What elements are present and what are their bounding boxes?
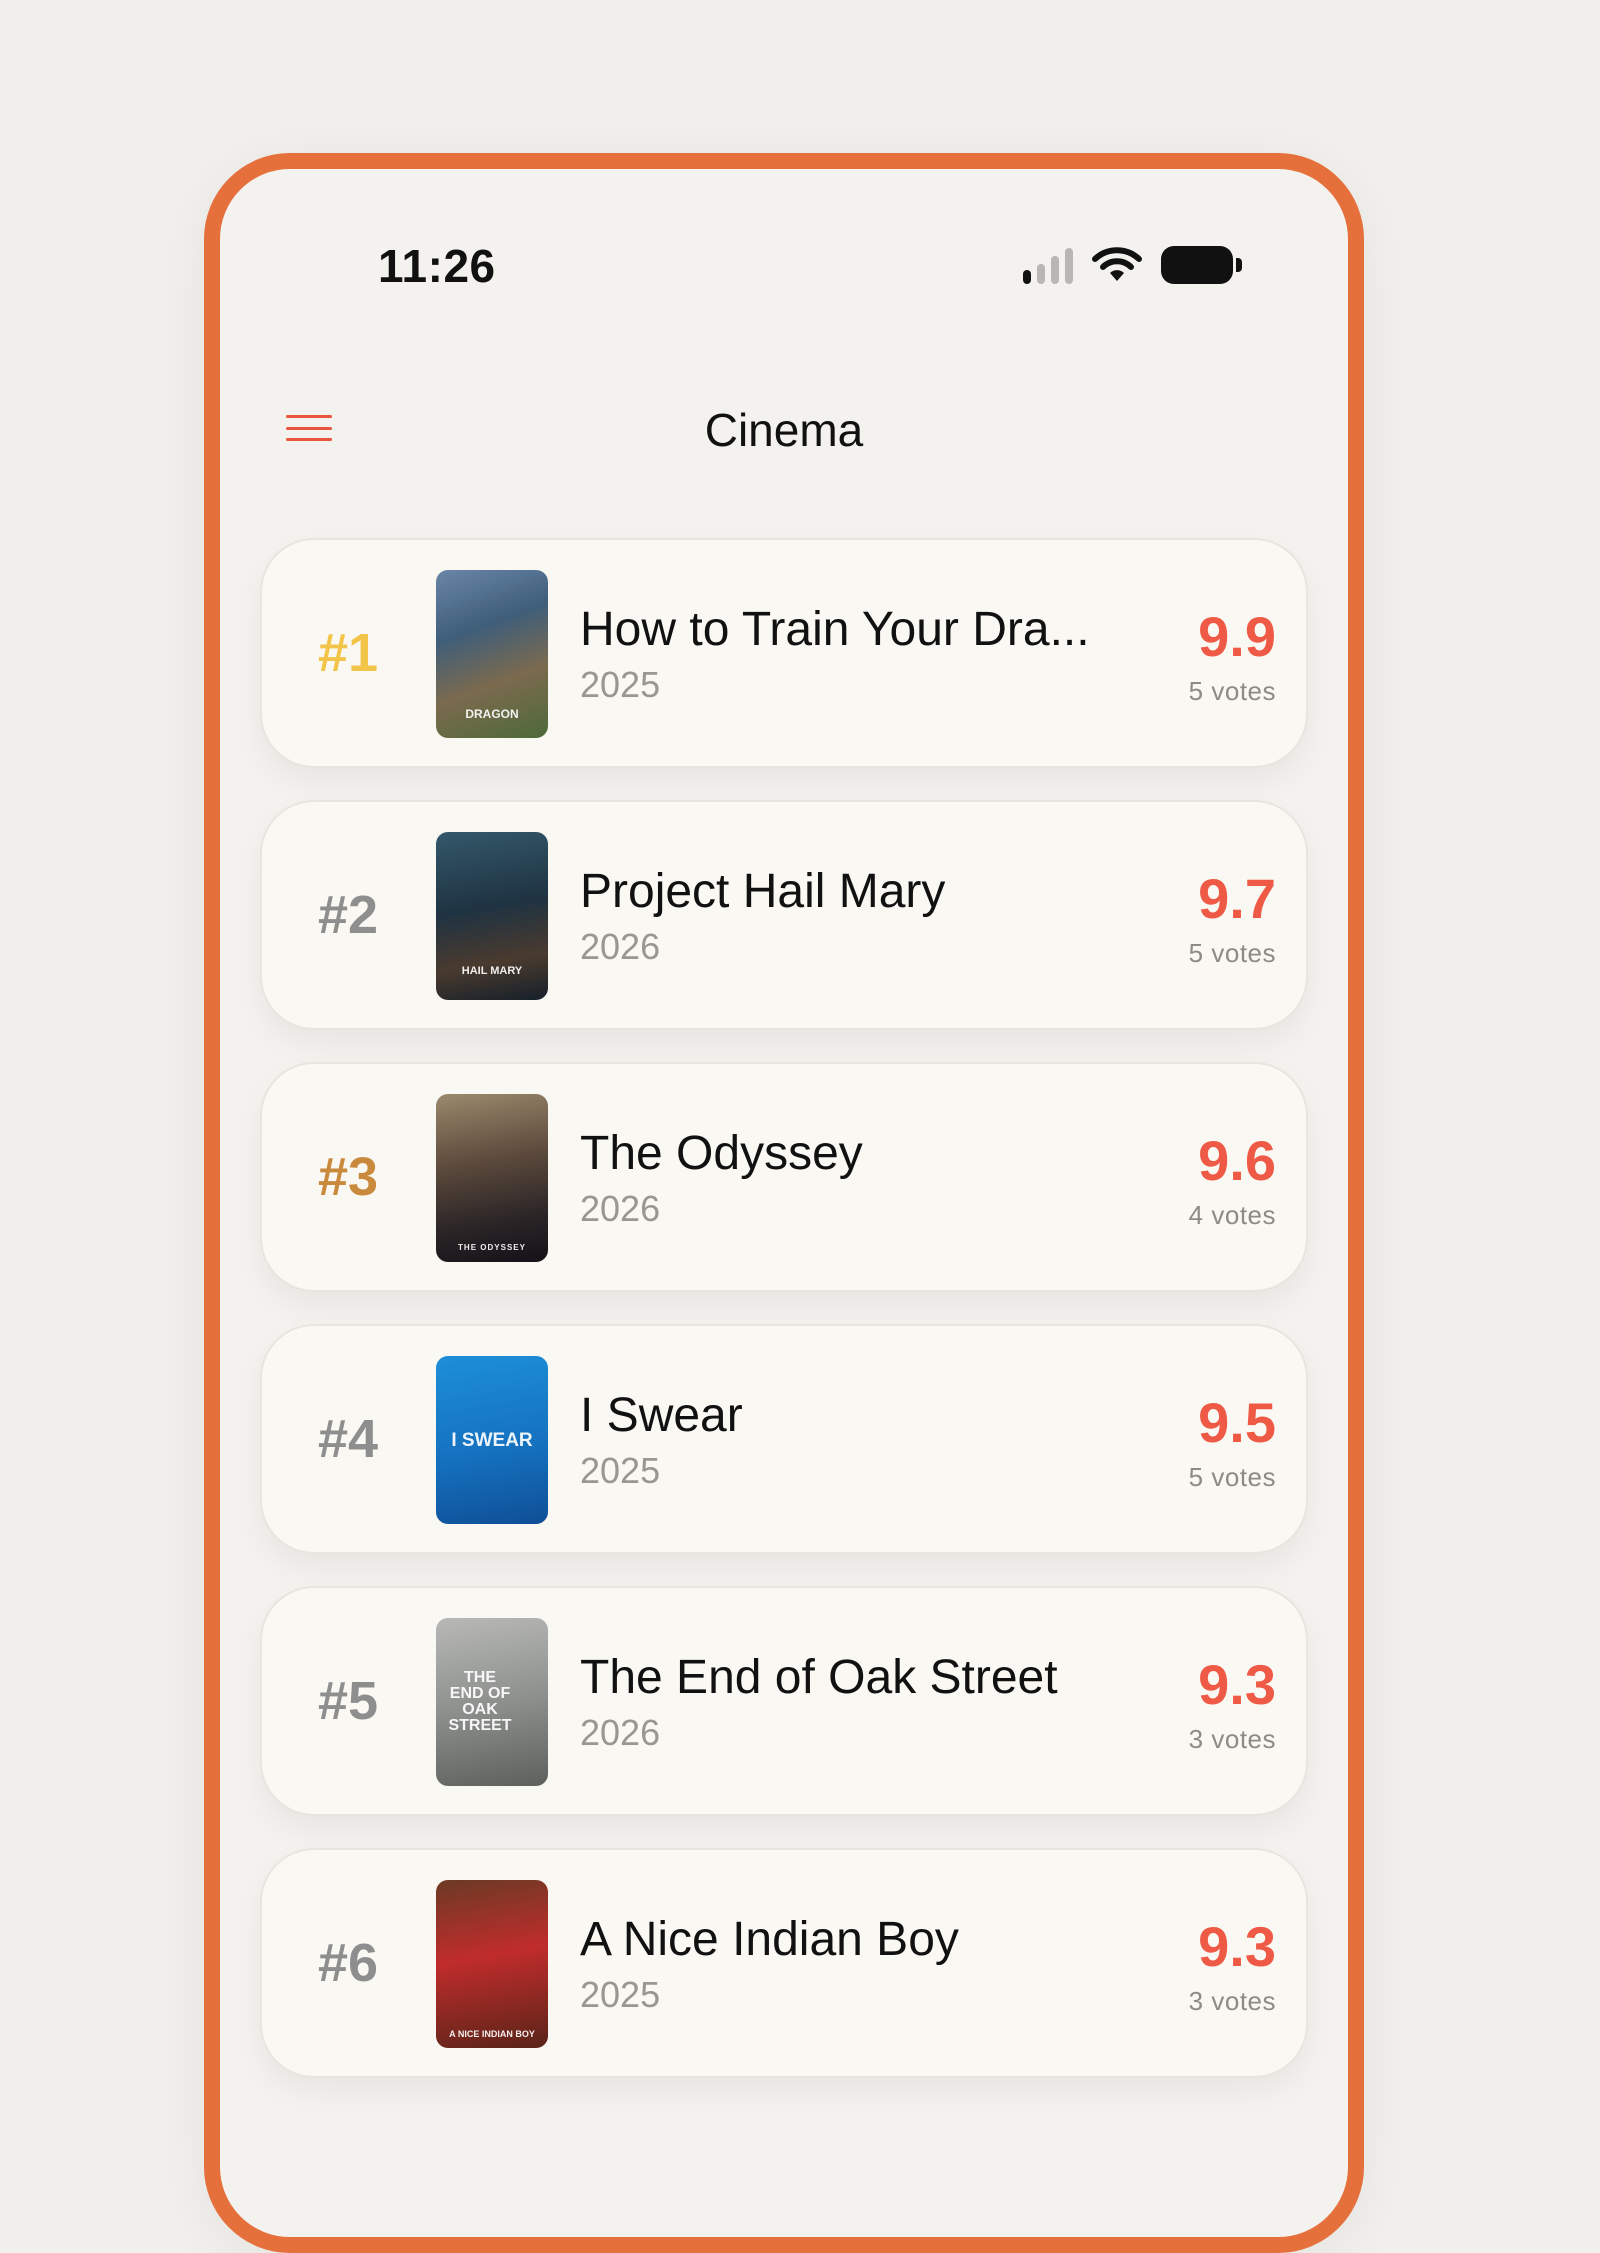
poster-caption: THE ODYSSEY <box>458 1243 526 1252</box>
movie-poster: HAIL MARY <box>436 832 548 1000</box>
poster-caption: THE END OF OAK STREET <box>448 1669 512 1734</box>
movie-title: I Swear <box>580 1389 743 1442</box>
movie-score: 9.5 <box>1198 1391 1276 1454</box>
rank-label: #2 <box>317 885 379 945</box>
rank-label: #6 <box>317 1933 379 1993</box>
movie-title: The End of Oak Street <box>580 1651 1058 1704</box>
movie-poster: DRAGON <box>436 570 548 738</box>
poster-caption: DRAGON <box>465 707 519 721</box>
movie-title: Project Hail Mary <box>580 865 946 918</box>
movie-card[interactable]: #4 I SWEAR I Swear 2025 9.5 5 votes <box>260 1324 1308 1554</box>
movie-card[interactable]: #5 THE END OF OAK STREET The End of Oak … <box>260 1586 1308 1816</box>
movie-card[interactable]: #6 A NICE INDIAN BOY A Nice Indian Boy 2… <box>260 1848 1308 2078</box>
movie-score: 9.3 <box>1198 1653 1276 1716</box>
status-time: 11:26 <box>378 240 496 292</box>
vote-count: 5 votes <box>1188 1462 1276 1492</box>
movie-title: A Nice Indian Boy <box>580 1913 959 1966</box>
rank-label: #5 <box>317 1671 379 1731</box>
movie-poster: THE ODYSSEY <box>436 1094 548 1262</box>
movie-score: 9.6 <box>1198 1129 1276 1192</box>
movie-card[interactable]: #3 THE ODYSSEY The Odyssey 2026 9.6 4 vo… <box>260 1062 1308 1292</box>
movie-year: 2025 <box>580 1974 661 2015</box>
movie-title: How to Train Your Dra... <box>580 603 1090 656</box>
rank-label: #1 <box>317 623 379 683</box>
vote-count: 4 votes <box>1188 1200 1276 1230</box>
movie-poster: A NICE INDIAN BOY <box>436 1880 548 2048</box>
movie-year: 2025 <box>580 664 661 705</box>
movie-poster: I SWEAR <box>436 1356 548 1524</box>
vote-count: 3 votes <box>1188 1986 1276 2016</box>
movie-card[interactable]: #2 HAIL MARY Project Hail Mary 2026 9.7 … <box>260 800 1308 1030</box>
signal-icon <box>1023 246 1073 284</box>
wifi-icon <box>1091 245 1143 285</box>
poster-caption: HAIL MARY <box>461 964 523 977</box>
movie-year: 2026 <box>580 1188 661 1229</box>
page-title: Cinema <box>704 404 864 456</box>
vote-count: 5 votes <box>1188 676 1276 706</box>
movie-score: 9.3 <box>1198 1915 1276 1978</box>
rank-label: #4 <box>317 1409 379 1469</box>
status-icons <box>1023 245 1242 285</box>
movie-card[interactable]: #1 DRAGON How to Train Your Dra... 2025 … <box>260 538 1308 768</box>
movie-year: 2026 <box>580 1712 661 1753</box>
movie-poster: THE END OF OAK STREET <box>436 1618 548 1786</box>
movie-title: The Odyssey <box>580 1127 863 1180</box>
movie-year: 2025 <box>580 1450 661 1491</box>
poster-caption: I SWEAR <box>451 1429 533 1451</box>
battery-icon <box>1161 246 1242 284</box>
movie-score: 9.7 <box>1198 867 1276 930</box>
vote-count: 3 votes <box>1188 1724 1276 1754</box>
rank-label: #3 <box>317 1147 379 1207</box>
movie-ranking-list: #1 DRAGON How to Train Your Dra... 2025 … <box>260 538 1308 2110</box>
vote-count: 5 votes <box>1188 938 1276 968</box>
poster-caption: A NICE INDIAN BOY <box>449 2028 535 2039</box>
phone-frame: 11:26 Cinema #1 DRAGON How to Train Your… <box>204 153 1364 2253</box>
movie-score: 9.9 <box>1198 605 1276 668</box>
movie-year: 2026 <box>580 926 661 967</box>
